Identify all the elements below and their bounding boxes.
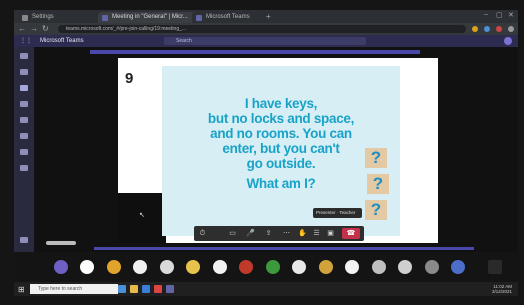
avatar[interactable]: [504, 37, 512, 45]
minimize-icon[interactable]: –: [484, 11, 488, 18]
files-icon[interactable]: [20, 149, 28, 155]
calls-icon[interactable]: [20, 133, 28, 139]
timer-icon: ⏱: [199, 230, 206, 237]
app-icon[interactable]: [160, 260, 174, 274]
close-icon[interactable]: ✕: [508, 11, 514, 19]
teams-icon[interactable]: [20, 85, 28, 91]
app-icon[interactable]: [451, 260, 465, 274]
presenter-name-tag: Presenter · Teacher: [313, 208, 362, 218]
status-pill: [46, 241, 76, 245]
riddle-line: and no rooms. You can: [210, 126, 352, 141]
system-clock[interactable]: 11:02 AM 3/12/2021: [492, 284, 512, 294]
question-mark-block: ?: [367, 174, 389, 194]
raise-hand-icon[interactable]: ✋: [298, 229, 307, 238]
progress-bar: [94, 247, 474, 250]
url-field[interactable]: teams.microsoft.com/_#/pre-join-calling/…: [58, 25, 466, 33]
app-icon[interactable]: [266, 260, 280, 274]
riddle-card: I have keys, but no locks and space, and…: [162, 66, 400, 236]
app-launcher-icon[interactable]: ⋮⋮: [20, 37, 32, 44]
profile-icon[interactable]: [508, 26, 514, 32]
new-tab-button[interactable]: +: [266, 12, 271, 21]
file-explorer-icon[interactable]: [130, 285, 138, 293]
app-icon[interactable]: [398, 260, 412, 274]
participants-icon[interactable]: ▣: [326, 229, 335, 238]
app-title: Microsoft Teams: [40, 38, 84, 44]
activity-icon[interactable]: [20, 53, 28, 59]
app-icon[interactable]: [345, 260, 359, 274]
slide-number: 9: [125, 70, 134, 87]
teams-left-rail: [14, 47, 34, 262]
forward-icon[interactable]: →: [30, 24, 38, 33]
teams-icon[interactable]: [166, 285, 174, 293]
riddle-line: but no locks and space,: [207, 111, 355, 126]
app-icon[interactable]: [319, 260, 333, 274]
search-input[interactable]: Search: [164, 37, 366, 45]
extension-icon[interactable]: [472, 26, 478, 32]
app-icon[interactable]: [54, 260, 68, 274]
app-icon[interactable]: [292, 260, 306, 274]
question-mark-block: ?: [365, 148, 387, 168]
task-view-icon[interactable]: [118, 285, 126, 293]
chat-icon[interactable]: [20, 69, 28, 75]
app-icon[interactable]: [186, 260, 200, 274]
more-icon[interactable]: ⋯: [282, 229, 291, 238]
edge-icon[interactable]: [142, 285, 150, 293]
more-apps-icon[interactable]: [20, 165, 28, 171]
extension-icon[interactable]: [484, 26, 490, 32]
app-icon[interactable]: [372, 260, 386, 274]
teams-header: ⋮⋮ Microsoft Teams Search: [14, 35, 518, 47]
app-icon[interactable]: [107, 260, 121, 274]
stage-footer: [34, 238, 518, 250]
browser-tab-settings[interactable]: Settings: [18, 12, 102, 23]
riddle-line: I have keys,: [244, 96, 318, 111]
reload-icon[interactable]: ↻: [42, 24, 49, 33]
app-icon[interactable]: [213, 260, 227, 274]
browser-tab-meeting[interactable]: Meeting in "General" | Micr...: [98, 12, 204, 23]
address-bar: ← → ↻ teams.microsoft.com/_#/pre-join-ca…: [14, 23, 518, 35]
app-icon[interactable]: [80, 260, 94, 274]
app-dock: [14, 252, 518, 282]
teams-icon: [102, 15, 108, 21]
calendar-icon[interactable]: [20, 117, 28, 123]
back-icon[interactable]: ←: [18, 24, 26, 33]
riddle-question: What am I?: [246, 176, 316, 191]
start-icon[interactable]: ⊞: [18, 285, 25, 294]
app-icon[interactable]: [239, 260, 253, 274]
settings-icon: [22, 15, 28, 21]
app-icon[interactable]: [425, 260, 439, 274]
extension-icon[interactable]: [496, 26, 502, 32]
tab-label: Microsoft Teams: [206, 14, 250, 20]
maximize-icon[interactable]: ▢: [496, 11, 503, 19]
tab-label: Meeting in "General" | Micr...: [112, 14, 188, 20]
browser-tab-teams[interactable]: Microsoft Teams: [192, 12, 276, 23]
share-icon[interactable]: ⇪: [264, 229, 273, 238]
clock-date: 3/12/2021: [491, 289, 512, 294]
windows-taskbar: ⊞ Type here to search 11:02 AM 3/12/2021: [14, 282, 518, 296]
browser-tab-strip: Settings Meeting in "General" | Micr... …: [14, 10, 518, 23]
device-icon[interactable]: [488, 260, 502, 274]
teams-icon: [196, 15, 202, 21]
shared-content-bar: [90, 50, 420, 54]
tab-label: Settings: [32, 14, 54, 20]
help-icon[interactable]: [20, 237, 28, 243]
assignments-icon[interactable]: [20, 101, 28, 107]
camera-icon[interactable]: ▭: [228, 229, 237, 238]
mic-icon[interactable]: 🎤: [246, 229, 255, 238]
chrome-icon[interactable]: [154, 285, 162, 293]
app-icon[interactable]: [133, 260, 147, 274]
cursor-icon: ↖: [139, 212, 145, 219]
question-mark-block: ?: [365, 200, 387, 220]
chat-icon[interactable]: ☰: [312, 229, 321, 238]
taskbar-search-input[interactable]: Type here to search: [30, 284, 118, 294]
